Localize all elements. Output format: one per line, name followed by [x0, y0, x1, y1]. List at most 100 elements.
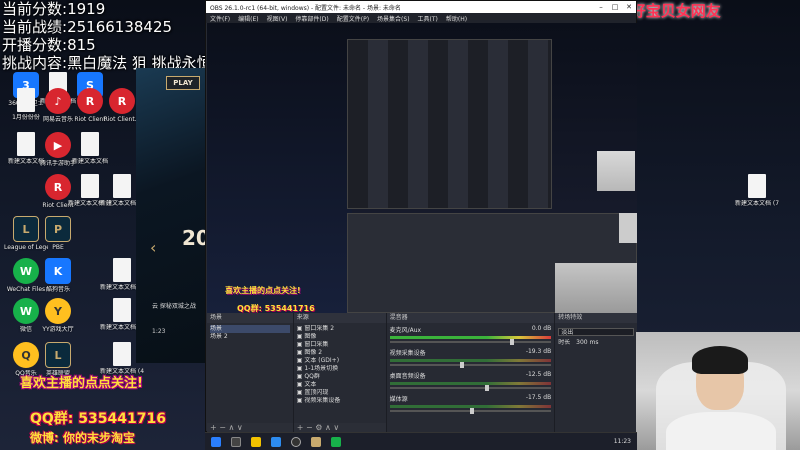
scene-item[interactable]: 场景 2	[210, 333, 290, 341]
scene-item[interactable]: 场景	[210, 325, 290, 333]
text-document-icon	[113, 174, 131, 198]
app-icon: L	[45, 342, 71, 368]
mixer-dock[interactable]: 混音器 麦克风/Aux 0.0 dB 视频采集设备 -19.3 dB 桌面音频设备 -12…	[386, 313, 555, 433]
obs-taskbar-icon[interactable]	[291, 436, 301, 447]
obs-titlebar[interactable]: OBS 26.1.0-rc1 (64-bit, windows) - 配置文件:…	[206, 1, 636, 13]
desktop-icon[interactable]: 新建文本文档	[68, 132, 112, 165]
source-item[interactable]: ▣ 文本 (GDI+)	[297, 357, 383, 365]
carousel-prev-icon[interactable]: ‹	[150, 238, 156, 257]
volume-slider-knob[interactable]	[509, 339, 514, 345]
menu-item[interactable]: 视图(V)	[267, 14, 288, 23]
mixer-channel-name: 视频采集设备	[389, 350, 426, 357]
volume-slider-knob[interactable]	[484, 385, 489, 391]
app-icon: K	[45, 258, 71, 284]
preview-canvas: 喜欢主播的点点关注! QQ群: 535441716	[207, 23, 637, 313]
weibo-overlay: 微博: 你的末步淘宝	[30, 431, 135, 445]
transitions-dock[interactable]: 转场特效 淡出 时长 300 ms	[555, 313, 637, 433]
menu-item[interactable]: 配置文件(P)	[337, 14, 369, 23]
menu-item[interactable]: 编辑(E)	[238, 14, 258, 23]
maximize-icon[interactable]: □	[608, 3, 622, 11]
scenes-dock[interactable]: 场景 场景 场景 2 + − ∧ ∨	[207, 313, 293, 433]
volume-slider[interactable]	[389, 362, 552, 368]
obs-docks: 场景 场景 场景 2 + − ∧ ∨ 来源 ▣ 窗口采集 2 ▣ 图像 ▣ 窗口采集 ▣…	[207, 313, 637, 433]
streamer-webcam	[636, 332, 800, 450]
promo-time: 1:23	[152, 328, 166, 335]
obs-window[interactable]: OBS 26.1.0-rc1 (64-bit, windows) - 配置文件:…	[205, 0, 637, 433]
source-item[interactable]: ▣ 窗口采集	[297, 341, 383, 349]
text-document-icon	[17, 132, 35, 156]
source-item[interactable]: ▣ 图像	[297, 333, 383, 341]
nested-desktop-preview	[207, 23, 352, 313]
menu-item[interactable]: 工具(T)	[418, 14, 438, 23]
source-item[interactable]: ▣ 图像 2	[297, 349, 383, 357]
sources-dock[interactable]: 来源 ▣ 窗口采集 2 ▣ 图像 ▣ 窗口采集 ▣ 图像 2 ▣ 文本 (GDI+) ▣ …	[293, 313, 386, 433]
mixer-channel-name: 媒体源	[389, 396, 408, 403]
volume-slider-knob[interactable]	[459, 362, 464, 368]
mixer-channel-db: -19.3 dB	[525, 348, 552, 355]
taskbar: 11:23	[205, 432, 637, 450]
desktop-icon[interactable]: Y YY游戏大厅	[36, 298, 80, 333]
volume-slider[interactable]	[389, 408, 552, 414]
nested-webcam-preview	[597, 151, 635, 191]
source-list: ▣ 窗口采集 2 ▣ 图像 ▣ 窗口采集 ▣ 图像 2 ▣ 文本 (GDI+) ▣ 1-1…	[294, 323, 386, 407]
obs-preview[interactable]: 喜欢主播的点点关注! QQ群: 535441716	[207, 23, 637, 313]
obs-menubar: 文件(F) 编辑(E) 视图(V) 停靠部件(D) 配置文件(P) 场景集合(S) 工具(T…	[206, 13, 636, 23]
minimize-icon[interactable]: –	[594, 3, 608, 11]
menu-item[interactable]: 文件(F)	[210, 14, 230, 23]
lol-taskbar-icon[interactable]	[311, 436, 321, 447]
nested-webcam-preview-3	[555, 263, 637, 313]
volume-slider[interactable]	[389, 385, 552, 391]
volume-meter	[389, 336, 552, 339]
start-icon[interactable]	[211, 436, 221, 447]
mixer-channel-db: 0.0 dB	[531, 325, 552, 332]
menu-item[interactable]: 场景集合(S)	[377, 14, 410, 23]
transitions-dock-title: 转场特效	[555, 313, 637, 323]
mixer-channel-name: 麦克风/Aux	[389, 327, 422, 334]
browser-icon[interactable]	[271, 436, 281, 447]
mixer-channels: 麦克风/Aux 0.0 dB 视频采集设备 -19.3 dB 桌面音频设备 -12.5 d…	[387, 323, 555, 419]
menu-item[interactable]: 停靠部件(D)	[295, 14, 328, 23]
taskbar-clock: 11:23	[613, 438, 631, 445]
volume-meter	[389, 359, 552, 362]
desktop-icon[interactable]: K 酷狗音乐	[36, 258, 80, 293]
text-document-icon	[113, 298, 131, 322]
transition-duration[interactable]: 时长 300 ms	[558, 339, 634, 347]
mixer-channel[interactable]: 桌面音频设备 -12.5 dB	[389, 371, 552, 391]
mixer-channel-name: 桌面音频设备	[389, 373, 426, 380]
qq-group-overlay: QQ群: 535441716	[30, 411, 166, 427]
app-icon: P	[45, 216, 71, 242]
streamer-hair	[692, 346, 748, 374]
mixer-channel[interactable]: 视频采集设备 -19.3 dB	[389, 348, 552, 368]
explorer-icon[interactable]	[251, 436, 261, 447]
source-item[interactable]: ▣ 文本	[297, 381, 383, 389]
mixer-channel[interactable]: 麦克风/Aux 0.0 dB	[389, 325, 552, 345]
transition-type-select[interactable]: 淡出	[558, 328, 634, 336]
search-icon[interactable]	[231, 436, 241, 447]
app-icon: R	[109, 88, 135, 114]
source-item[interactable]: ▣ QQ群	[297, 373, 383, 381]
desktop-icon[interactable]: 新建文本文档 (7)	[735, 174, 779, 207]
mixer-channel[interactable]: 媒体源 -17.5 dB	[389, 394, 552, 414]
desktop-icon[interactable]: P PBE	[36, 216, 80, 251]
close-icon[interactable]: ✕	[622, 3, 636, 11]
league-client-window[interactable]: PLAY ‹ 20 云 探秘双城之战 1:23	[136, 68, 210, 363]
wechat-taskbar-icon[interactable]	[331, 436, 341, 447]
volume-slider[interactable]	[389, 339, 552, 345]
app-icon: Y	[45, 298, 71, 324]
source-item[interactable]: ▣ 1-1场景切换	[297, 365, 383, 373]
source-item[interactable]: ▣ 置顶闪现	[297, 389, 383, 397]
volume-slider-knob[interactable]	[469, 408, 474, 414]
play-button[interactable]: PLAY	[166, 76, 200, 90]
source-item[interactable]: ▣ 窗口采集 2	[297, 325, 383, 333]
mixer-channel-db: -17.5 dB	[525, 394, 552, 401]
text-document-icon	[113, 258, 131, 282]
desktop-icon-label: 酷狗音乐	[45, 286, 70, 293]
source-item[interactable]: ▣ 视频采集设备	[297, 397, 383, 405]
mixer-channel-db: -12.5 dB	[525, 371, 552, 378]
nested-follow-overlay: 喜欢主播的点点关注!	[225, 286, 301, 295]
desktop-icon-label: PBE	[52, 244, 64, 251]
nested-webcam-preview-2	[619, 213, 637, 243]
nested-obs-preview	[347, 39, 552, 209]
mixer-dock-title: 混音器	[386, 313, 555, 323]
menu-item[interactable]: 帮助(H)	[446, 14, 467, 23]
